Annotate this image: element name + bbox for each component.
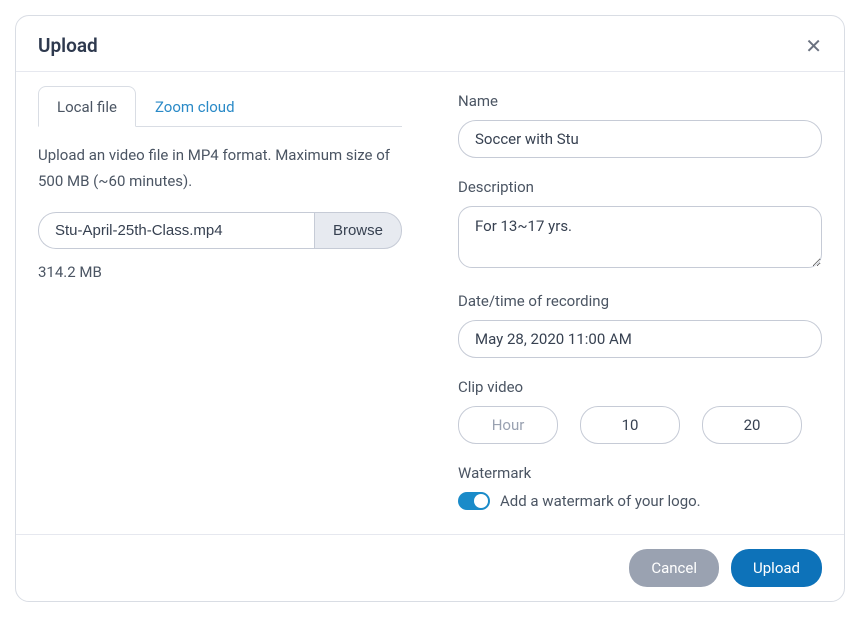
datetime-label: Date/time of recording	[458, 292, 822, 310]
description-textarea[interactable]: For 13~17 yrs.	[458, 206, 822, 268]
toggle-knob	[474, 494, 488, 508]
cancel-button[interactable]: Cancel	[629, 549, 719, 587]
clip-label: Clip video	[458, 378, 822, 396]
description-label: Description	[458, 178, 822, 196]
tab-local-label: Local file	[57, 98, 117, 116]
tab-zoom-cloud[interactable]: Zoom cloud	[136, 86, 254, 127]
browse-button[interactable]: Browse	[314, 212, 402, 249]
right-column: Name Description For 13~17 yrs. Date/tim…	[430, 72, 822, 534]
clip-field-group: Clip video	[458, 378, 822, 444]
clip-minute-input[interactable]	[580, 406, 680, 444]
upload-help-text: Upload an video file in MP4 format. Maxi…	[38, 143, 402, 194]
tab-zoom-label: Zoom cloud	[155, 98, 235, 116]
file-name-input[interactable]	[38, 212, 314, 249]
description-field-group: Description For 13~17 yrs.	[458, 178, 822, 272]
clip-second-input[interactable]	[702, 406, 802, 444]
watermark-toggle-label: Add a watermark of your logo.	[500, 492, 701, 510]
source-tabs: Local file Zoom cloud	[38, 86, 402, 127]
modal-body: Local file Zoom cloud Upload an video fi…	[16, 72, 844, 534]
modal-footer: Cancel Upload	[16, 534, 844, 601]
datetime-field-group: Date/time of recording	[458, 292, 822, 358]
watermark-label: Watermark	[458, 464, 822, 482]
file-picker-row: Browse	[38, 212, 402, 249]
modal-title: Upload	[38, 34, 98, 57]
upload-button[interactable]: Upload	[731, 549, 822, 587]
watermark-toggle[interactable]	[458, 492, 490, 510]
left-column: Local file Zoom cloud Upload an video fi…	[38, 72, 430, 534]
datetime-input[interactable]	[458, 320, 822, 358]
name-input[interactable]	[458, 120, 822, 158]
watermark-toggle-row: Add a watermark of your logo.	[458, 492, 822, 510]
close-icon[interactable]: ✕	[805, 36, 822, 56]
name-label: Name	[458, 92, 822, 110]
tab-local-file[interactable]: Local file	[38, 86, 136, 127]
clip-hour-input[interactable]	[458, 406, 558, 444]
upload-modal: Upload ✕ Local file Zoom cloud Upload an…	[15, 15, 845, 602]
watermark-field-group: Watermark Add a watermark of your logo.	[458, 464, 822, 510]
file-size-text: 314.2 MB	[38, 263, 402, 281]
name-field-group: Name	[458, 92, 822, 158]
modal-header: Upload ✕	[16, 16, 844, 72]
clip-inputs-row	[458, 406, 822, 444]
